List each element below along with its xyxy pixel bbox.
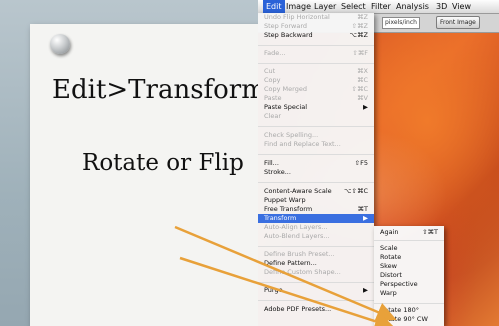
menu-item-check-spelling[interactable]: Check Spelling... bbox=[258, 131, 374, 140]
menu-item-auto-blend-layers[interactable]: Auto-Blend Layers... bbox=[258, 232, 374, 241]
menu-item-step-forward[interactable]: Step Forward ⇧⌘Z bbox=[258, 22, 374, 31]
menu-item-define-pattern[interactable]: Define Pattern... bbox=[258, 259, 374, 268]
submenu-item-perspective[interactable]: Perspective bbox=[374, 280, 444, 289]
menu-separator bbox=[258, 154, 374, 155]
slide-title: Edit>Transform bbox=[52, 75, 266, 105]
menu-image[interactable]: Image bbox=[286, 1, 311, 12]
menu-separator bbox=[258, 246, 374, 247]
submenu-item-distort[interactable]: Distort bbox=[374, 271, 444, 280]
submenu-item-scale[interactable]: Scale bbox=[374, 244, 444, 253]
presentation-slide: Edit>Transform Rotate or Flip 1 pixels/i… bbox=[0, 0, 499, 326]
menu-separator bbox=[258, 282, 374, 283]
menu-3d[interactable]: 3D bbox=[436, 1, 447, 12]
menu-view[interactable]: View bbox=[452, 1, 471, 12]
menu-item-define-custom-shape[interactable]: Define Custom Shape... bbox=[258, 268, 374, 277]
menu-item-transform[interactable]: Transform ▶ bbox=[258, 214, 374, 223]
menu-separator bbox=[258, 63, 374, 64]
submenu-item-warp[interactable]: Warp bbox=[374, 289, 444, 298]
menu-item-paste[interactable]: Paste ⌘V bbox=[258, 94, 374, 103]
menu-item-clear[interactable]: Clear bbox=[258, 112, 374, 121]
menu-item-step-backward[interactable]: Step Backward ⌥⌘Z bbox=[258, 31, 374, 40]
submenu-arrow-icon: ▶ bbox=[363, 214, 368, 222]
menu-item-paste-special[interactable]: Paste Special ▶ bbox=[258, 103, 374, 112]
menu-item-content-aware-scale[interactable]: Content-Aware Scale ⌥⇧⌘C bbox=[258, 187, 374, 196]
menu-filter[interactable]: Filter bbox=[371, 1, 391, 12]
submenu-item-again[interactable]: Again ⇧⌘T bbox=[374, 228, 444, 237]
submenu-item-rotate-90-cw[interactable]: Rotate 90° CW bbox=[374, 315, 444, 324]
menu-bar: Edit Image Layer Select Filter Analysis … bbox=[258, 0, 499, 14]
pushpin-icon bbox=[50, 34, 70, 54]
menu-item-cut[interactable]: Cut ⌘X bbox=[258, 67, 374, 76]
menu-layer[interactable]: Layer bbox=[314, 1, 336, 12]
menu-item-stroke[interactable]: Stroke... bbox=[258, 168, 374, 177]
menu-item-copy-merged[interactable]: Copy Merged ⇧⌘C bbox=[258, 85, 374, 94]
transform-submenu: Again ⇧⌘T Scale Rotate Skew Distort Persp… bbox=[374, 226, 444, 326]
menu-item-define-brush-preset[interactable]: Define Brush Preset... bbox=[258, 250, 374, 259]
menu-item-copy[interactable]: Copy ⌘C bbox=[258, 76, 374, 85]
edit-menu: Undo Flip Horizontal ⌘Z Step Forward ⇧⌘Z S… bbox=[258, 13, 374, 326]
submenu-item-rotate[interactable]: Rotate bbox=[374, 253, 444, 262]
menu-item-fade[interactable]: Fade... ⇧⌘F bbox=[258, 49, 374, 58]
menu-separator bbox=[374, 303, 444, 304]
menu-item-purge[interactable]: Purge ▶ bbox=[258, 286, 374, 295]
menu-item-auto-align-layers[interactable]: Auto-Align Layers... bbox=[258, 223, 374, 232]
resolution-unit-field[interactable]: pixels/inch bbox=[382, 17, 420, 29]
submenu-item-skew[interactable]: Skew bbox=[374, 262, 444, 271]
menu-separator bbox=[258, 126, 374, 127]
menu-item-puppet-warp[interactable]: Puppet Warp bbox=[258, 196, 374, 205]
menu-item-find-replace[interactable]: Find and Replace Text... bbox=[258, 140, 374, 149]
menu-separator bbox=[374, 240, 444, 241]
slide-subtitle: Rotate or Flip bbox=[82, 150, 244, 176]
menu-item-fill[interactable]: Fill... ⇧F5 bbox=[258, 159, 374, 168]
menu-separator bbox=[258, 45, 374, 46]
menu-analysis[interactable]: Analysis bbox=[396, 1, 429, 12]
photoshop-window: 1 pixels/inch Front Image Edit Image Lay… bbox=[258, 0, 499, 326]
submenu-item-rotate-180[interactable]: Rotate 180° bbox=[374, 306, 444, 315]
front-image-button[interactable]: Front Image bbox=[436, 16, 480, 29]
menu-item-adobe-pdf-presets[interactable]: Adobe PDF Presets... bbox=[258, 305, 374, 314]
menu-edit[interactable]: Edit bbox=[263, 0, 285, 13]
menu-item-undo[interactable]: Undo Flip Horizontal ⌘Z bbox=[258, 13, 374, 22]
menu-item-free-transform[interactable]: Free Transform ⌘T bbox=[258, 205, 374, 214]
menu-separator bbox=[258, 182, 374, 183]
menu-separator bbox=[258, 300, 374, 301]
menu-select[interactable]: Select bbox=[341, 1, 366, 12]
